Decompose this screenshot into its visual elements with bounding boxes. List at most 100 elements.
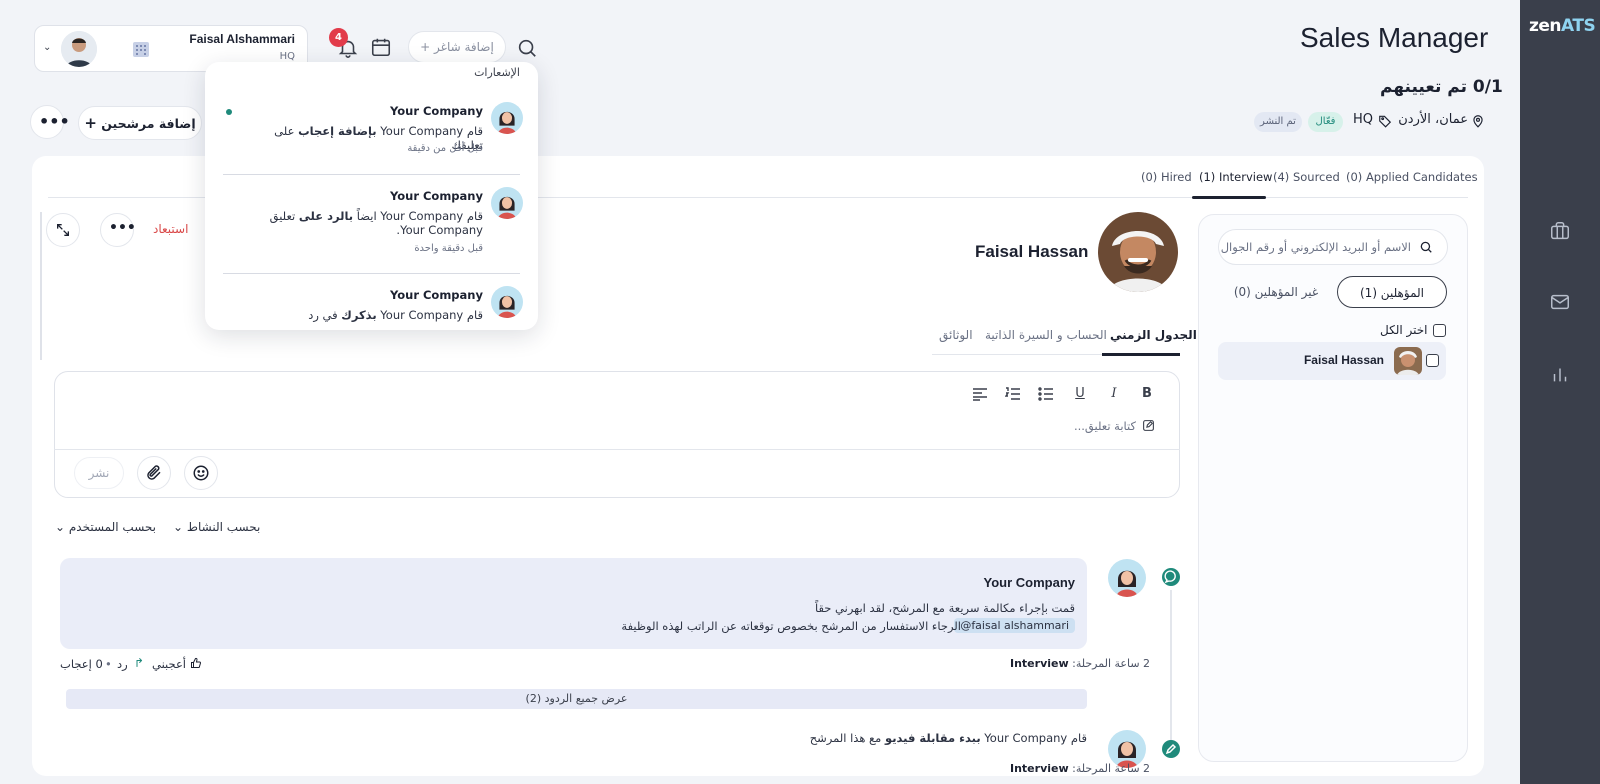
stage-value: Interview: [1010, 657, 1069, 670]
app-sidebar: [1520, 0, 1600, 784]
job-title: Sales Manager: [1300, 22, 1489, 53]
chevron-down-icon: ⌄: [55, 520, 69, 534]
user-name: Faisal Alshammari: [189, 32, 295, 46]
notification-time: قبل دقيقة واحدة: [414, 243, 483, 254]
qualified-toggle[interactable]: المؤهلين (1): [1337, 276, 1447, 308]
tab-applied[interactable]: (0) Applied Candidates: [1346, 170, 1478, 184]
briefcase-icon[interactable]: [1549, 220, 1571, 242]
activity-text: قام Your Company ببدء مقابلة فيديو مع هذ…: [810, 731, 1087, 745]
expand-button[interactable]: [46, 213, 80, 247]
stage-value: Interview: [1010, 762, 1069, 775]
bullet-list-icon[interactable]: [1038, 387, 1054, 401]
tab-sourced[interactable]: (4) Sourced: [1273, 170, 1340, 184]
notification-item[interactable]: Your Company قام Your Company ايضاً بالر…: [205, 177, 538, 267]
tab-hired[interactable]: (0) Hired: [1141, 170, 1192, 184]
notification-avatar: [491, 286, 523, 318]
body-bold: بالرد على: [298, 209, 354, 223]
mail-icon[interactable]: [1549, 291, 1571, 313]
candidate-search-input[interactable]: الاسم أو البريد الإلكتروني أو رقم الجوال: [1218, 229, 1448, 265]
timeline-line: [1170, 590, 1172, 750]
notification-badge: 4: [329, 28, 348, 47]
likes-count: 0 إعجاب: [60, 657, 103, 671]
candidate-list-item[interactable]: Faisal Hassan: [1218, 342, 1446, 380]
building-icon: [131, 39, 151, 59]
body-pre: قام Your Company ايضاً: [353, 209, 483, 223]
notification-title: Your Company: [389, 288, 483, 302]
add-candidates-label: إضافة مرشحين: [101, 116, 196, 131]
notifications-heading: الإشعارات: [474, 66, 520, 79]
more-actions-button[interactable]: •••: [30, 105, 70, 139]
unqualified-toggle[interactable]: غير المؤهلين (0): [1220, 276, 1332, 308]
notification-title: Your Company: [389, 189, 483, 203]
stage-label: 2 ساعة المرحلة:: [1072, 762, 1151, 775]
comment-meta: 2 ساعة المرحلة: Interview: [1010, 657, 1150, 670]
activity-bold: ببدء مقابلة فيديو: [885, 731, 981, 745]
notification-avatar: [491, 187, 523, 219]
notifications-dropdown: الإشعارات Your Company قام Your Company …: [205, 62, 538, 330]
candidate-name: Faisal Hassan: [1303, 353, 1384, 367]
stage-label: 2 ساعة المرحلة:: [1072, 657, 1151, 670]
search-placeholder: الاسم أو البريد الإلكتروني أو رقم الجوال: [1220, 240, 1411, 254]
reply-button[interactable]: رد: [117, 657, 128, 671]
subtab-timeline[interactable]: الجدول الزمني: [1110, 328, 1197, 342]
tab-interview[interactable]: (1) Interview: [1199, 170, 1272, 184]
notification-body: قام Your Company ايضاً بالرد على تعليق Y…: [253, 209, 483, 237]
numbered-list-icon[interactable]: [1005, 387, 1021, 401]
candidate-checkbox[interactable]: [1426, 354, 1439, 367]
add-job-button[interactable]: + إضافة شاغر: [408, 31, 506, 63]
notification-item[interactable]: Your Company قام Your Company بإضافة إعج…: [205, 92, 538, 170]
location-icon: [1471, 114, 1485, 128]
divider: [40, 212, 42, 360]
status-badge-active: فعّال: [1308, 112, 1343, 132]
search-icon: [1419, 240, 1433, 254]
filter-by-user[interactable]: ⌄ بحسب المستخدم: [55, 520, 156, 534]
reply-label: رد: [117, 657, 128, 671]
editor-divider: [54, 449, 1180, 450]
notification-title: Your Company: [389, 104, 483, 118]
bold-button[interactable]: B: [1138, 386, 1156, 401]
select-all-checkbox[interactable]: [1433, 324, 1446, 337]
candidate-profile-name: Faisal Hassan: [975, 242, 1089, 261]
chart-icon[interactable]: [1549, 363, 1571, 385]
comment-icon: [1162, 568, 1180, 586]
body-pre: قام Your Company: [376, 308, 483, 322]
status-badge-published: تم النشر: [1254, 112, 1302, 132]
calendar-icon[interactable]: [370, 36, 392, 58]
reply-icon: ↱: [134, 656, 145, 670]
subtab-cv[interactable]: الحساب و السيرة الذاتية: [985, 328, 1107, 342]
attach-button[interactable]: [137, 456, 171, 490]
filter-by-activity[interactable]: ⌄ بحسب النشاط: [173, 520, 260, 534]
tab-active-indicator: [1192, 196, 1266, 199]
paperclip-icon: [145, 464, 163, 482]
job-location: عمان، الأردن: [1398, 112, 1468, 127]
profile-more-button[interactable]: •••: [100, 213, 136, 247]
align-icon[interactable]: [972, 387, 988, 401]
activity-pre: قام Your Company: [980, 731, 1087, 745]
underline-button[interactable]: U: [1071, 386, 1089, 401]
subtab-documents[interactable]: الوثائق: [939, 328, 973, 342]
notification-item[interactable]: Your Company قام Your Company بذكرك في ر…: [205, 276, 538, 330]
app-logo[interactable]: zenATS: [1529, 16, 1596, 36]
comment-actions: 0 إعجاب: [60, 657, 103, 671]
emoji-button[interactable]: [184, 456, 218, 490]
comment-line-1: قمت بإجراء مكالمة سريعة مع المرشح، لقد ا…: [814, 601, 1075, 615]
candidate-avatar: [1394, 347, 1422, 375]
show-replies-button[interactable]: عرض جميع الردود (2): [66, 689, 1087, 709]
job-org: HQ: [1353, 112, 1374, 127]
search-icon[interactable]: [516, 37, 538, 59]
like-button[interactable]: أعجبني: [152, 657, 186, 671]
assigned-count: 0/1 تم تعيينهم: [1380, 77, 1503, 97]
notification-body: قام Your Company بذكرك في رد: [243, 308, 483, 322]
user-org: HQ: [279, 51, 295, 62]
notification-time: قبل أقل من دقيقة: [407, 143, 483, 154]
publish-button[interactable]: نشر: [74, 457, 124, 489]
smile-icon: [192, 464, 210, 482]
activity-meta: 2 ساعة المرحلة: Interview: [1010, 762, 1150, 775]
add-candidates-button[interactable]: + إضافة مرشحين: [78, 106, 202, 140]
commenter-avatar: [1108, 559, 1146, 597]
exclude-button[interactable]: استبعاد: [153, 222, 188, 236]
body-bold: بذكرك: [341, 308, 377, 322]
comment-placeholder[interactable]: كتابة تعليق...: [1000, 419, 1136, 433]
italic-button[interactable]: I: [1105, 386, 1123, 401]
mention-chip[interactable]: @faisal alshammari: [954, 618, 1075, 633]
